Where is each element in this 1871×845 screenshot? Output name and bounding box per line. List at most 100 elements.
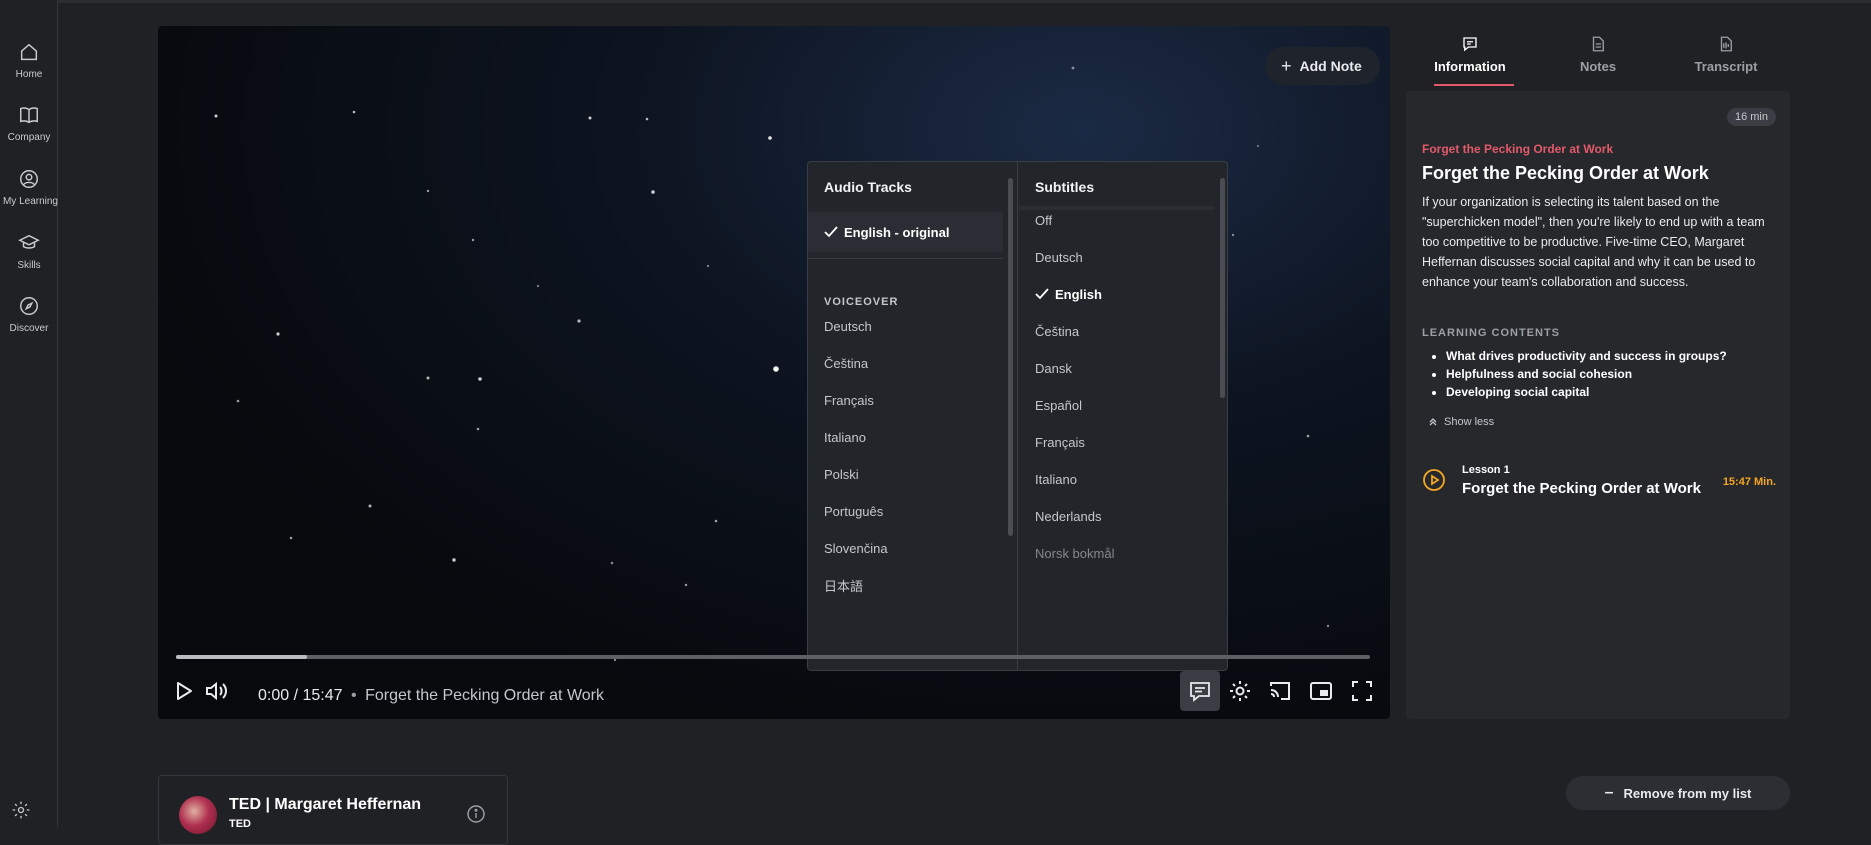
subtitle-option[interactable]: Dansk xyxy=(1035,361,1072,376)
subtitle-option[interactable]: Français xyxy=(1035,435,1085,450)
subtitle-selected-label: English xyxy=(1055,287,1102,302)
list-item: Developing social capital xyxy=(1446,383,1727,401)
add-note-button[interactable]: + Add Note xyxy=(1265,47,1380,85)
gear-icon[interactable] xyxy=(1225,676,1255,706)
tab-label: Information xyxy=(1434,59,1506,74)
subtitles-title: Subtitles xyxy=(1035,179,1095,195)
subtitles-column: Subtitles Off Deutsch English Čeština Da… xyxy=(1019,162,1227,670)
sidebar-item-label: Skills xyxy=(17,260,41,271)
minus-icon: – xyxy=(1604,784,1614,801)
add-note-label: Add Note xyxy=(1299,58,1362,74)
sidebar: Home Company My Learning Skills Discover xyxy=(0,0,58,827)
tab-information[interactable]: Information xyxy=(1406,30,1534,74)
audio-scrollbar[interactable] xyxy=(1008,178,1013,536)
remove-label: Remove from my list xyxy=(1623,785,1752,801)
top-border xyxy=(0,0,1871,3)
play-icon[interactable] xyxy=(168,676,198,706)
side-tabs: Information Notes Transcript xyxy=(1406,30,1790,86)
current-time: 0:00 xyxy=(258,687,290,704)
fullscreen-icon[interactable] xyxy=(1347,676,1377,706)
sidebar-item-label: Company xyxy=(7,132,51,143)
tab-label: Notes xyxy=(1579,59,1617,74)
voiceover-option[interactable]: Français xyxy=(824,393,874,408)
subtitles-scrollbar[interactable] xyxy=(1220,178,1225,398)
picture-in-picture-icon[interactable] xyxy=(1306,676,1336,706)
transcript-icon xyxy=(1720,36,1732,52)
author-name: TED | Margaret Heffernan xyxy=(229,796,422,813)
sidebar-item-home[interactable]: Home xyxy=(0,41,58,80)
subtitle-option[interactable]: Español xyxy=(1035,398,1082,413)
voiceover-option[interactable]: Italiano xyxy=(824,430,866,445)
user-circle-icon xyxy=(20,170,38,188)
voiceover-option[interactable]: Deutsch xyxy=(824,319,872,334)
voiceover-option[interactable]: Polski xyxy=(824,467,859,482)
checkmark-icon xyxy=(1035,288,1049,300)
author-card[interactable]: TED | Margaret Heffernan TED xyxy=(158,775,508,845)
learning-contents-heading: LEARNING CONTENTS xyxy=(1422,327,1560,339)
audio-track-selected-label: English - original xyxy=(844,225,950,240)
subtitles-icon xyxy=(1190,682,1210,702)
total-duration: 15:47 xyxy=(302,687,343,704)
video-title: Forget the Pecking Order at Work xyxy=(365,687,604,704)
info-icon[interactable] xyxy=(466,804,486,824)
progress-buffered xyxy=(176,655,308,659)
voiceover-option[interactable]: Čeština xyxy=(824,356,868,371)
checkmark-icon xyxy=(824,226,838,238)
show-less-button[interactable]: Show less xyxy=(1428,416,1494,428)
lesson-number: Lesson 1 xyxy=(1462,464,1510,476)
course-description: If your organization is selecting its ta… xyxy=(1422,195,1765,289)
play-circle-icon xyxy=(1423,469,1445,491)
cast-icon[interactable] xyxy=(1265,676,1295,706)
volume-icon[interactable] xyxy=(202,676,232,706)
progress-bar[interactable] xyxy=(176,655,1370,659)
time-separator: / xyxy=(293,687,299,704)
title-separator: • xyxy=(351,687,357,704)
subtitle-option-selected[interactable]: English xyxy=(1035,287,1102,302)
duration-badge: 16 min xyxy=(1726,108,1776,126)
sidebar-item-discover[interactable]: Discover xyxy=(0,295,58,334)
show-less-label: Show less xyxy=(1444,416,1495,428)
subtitle-option[interactable]: Deutsch xyxy=(1035,250,1083,265)
row-divider xyxy=(1019,206,1214,210)
compass-icon xyxy=(20,297,38,315)
sidebar-item-my-learning[interactable]: My Learning xyxy=(0,168,58,207)
voiceover-heading: VOICEOVER xyxy=(824,296,899,308)
subtitle-option[interactable]: Norsk bokmål xyxy=(1035,546,1114,561)
voiceover-option[interactable]: Português xyxy=(824,504,883,519)
gear-icon[interactable] xyxy=(11,800,31,820)
video-player[interactable]: + Add Note Audio Tracks English - origin… xyxy=(158,26,1390,719)
audio-track-selected[interactable]: English - original xyxy=(824,225,949,240)
lesson-item[interactable]: Lesson 1 Forget the Pecking Order at Wor… xyxy=(1422,464,1776,514)
remove-from-list-button[interactable]: – Remove from my list xyxy=(1566,776,1790,810)
subtitle-option[interactable]: Nederlands xyxy=(1035,509,1102,524)
sidebar-item-company[interactable]: Company xyxy=(0,104,58,143)
lesson-title: Forget the Pecking Order at Work xyxy=(1462,480,1701,497)
graduation-cap-icon xyxy=(18,234,40,249)
subtitle-option[interactable]: Off xyxy=(1035,213,1052,228)
subtitle-option[interactable]: Italiano xyxy=(1035,472,1077,487)
document-icon xyxy=(1592,36,1604,52)
lesson-duration: 15:47 Min. xyxy=(1722,476,1776,488)
tab-transcript[interactable]: Transcript xyxy=(1662,30,1790,74)
subtitles-button[interactable] xyxy=(1180,671,1220,711)
voiceover-option[interactable]: Slovenčina xyxy=(824,541,888,556)
time-display: 0:00 / 15:47 • Forget the Pecking Order … xyxy=(258,687,604,705)
course-title: Forget the Pecking Order at Work xyxy=(1422,163,1709,183)
chat-icon xyxy=(1463,37,1477,52)
audio-tracks-column: Audio Tracks English - original VOICEOVE… xyxy=(808,162,1018,670)
sidebar-item-label: My Learning xyxy=(2,196,58,207)
voiceover-option[interactable]: 日本語 xyxy=(824,576,863,595)
course-kicker: Forget the Pecking Order at Work xyxy=(1422,142,1614,156)
sidebar-item-label: Discover xyxy=(9,323,49,334)
subtitle-option[interactable]: Čeština xyxy=(1035,324,1079,339)
tab-label: Transcript xyxy=(1694,59,1758,74)
tracks-menu: Audio Tracks English - original VOICEOVE… xyxy=(807,161,1228,671)
avatar xyxy=(179,796,217,834)
plus-icon: + xyxy=(1281,56,1292,76)
active-tab-indicator xyxy=(1434,84,1514,86)
author-publisher: TED xyxy=(229,818,251,830)
tab-notes[interactable]: Notes xyxy=(1534,30,1662,74)
chevron-up-double-icon xyxy=(1429,418,1437,426)
sidebar-item-skills[interactable]: Skills xyxy=(0,232,58,271)
sidebar-item-label: Home xyxy=(15,69,43,80)
